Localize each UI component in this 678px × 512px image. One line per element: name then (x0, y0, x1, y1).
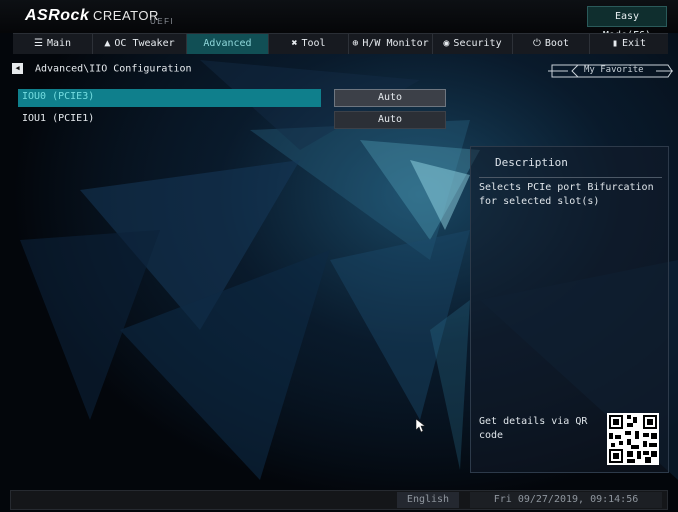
date-time: Fri 09/27/2019, 09:14:56 (470, 492, 662, 508)
easy-mode-button[interactable]: Easy Mode(F6) (587, 6, 667, 41)
tab-oc-tweaker[interactable]: ▲ OC Tweaker (93, 34, 187, 54)
setting-value-iou0[interactable]: Auto (334, 89, 446, 107)
tab-label: Tool (301, 38, 326, 49)
language-button[interactable]: English (397, 492, 459, 508)
tab-label: Security (453, 38, 502, 49)
tab-tool[interactable]: ✖ Tool (269, 34, 349, 54)
setting-row-iou1[interactable]: IOU1 (PCIE1) (18, 111, 321, 129)
list-icon: ☰ (33, 38, 43, 49)
description-panel: Description Selects PCIe port Bifurcatio… (470, 146, 669, 473)
tab-advanced[interactable]: Advanced (187, 34, 269, 54)
description-title: Description (495, 156, 568, 169)
rocket-icon: ▲ (104, 38, 111, 49)
tab-hw-monitor[interactable]: ⊕ H/W Monitor (349, 34, 433, 54)
setting-value-iou1[interactable]: Auto (334, 111, 446, 129)
breadcrumb-path: Advanced\IIO Configuration (35, 63, 192, 75)
top-bar: ASRock CREATOR UEFI Easy Mode(F6) (0, 0, 678, 41)
tab-label: Advanced (203, 38, 252, 49)
tab-label: Boot (544, 38, 569, 49)
setting-label: IOU1 (PCIE1) (22, 113, 95, 124)
divider (479, 177, 662, 178)
description-text: Selects PCIe port Bifurcation for select… (479, 182, 654, 207)
main-nav: ☰ Main ▲ OC Tweaker Advanced ✖ Tool ⊕ H/W Mo… (13, 33, 668, 54)
exit-icon: ▮ (611, 38, 618, 49)
power-icon: ⏻ (532, 38, 541, 49)
shield-icon: ◉ (443, 38, 450, 49)
monitor-icon: ⊕ (352, 38, 359, 49)
tab-boot[interactable]: ⏻ Boot (513, 34, 590, 54)
brand-logo: ASRock (25, 7, 90, 24)
setting-row-iou0[interactable]: IOU0 (PCIE3) (18, 89, 321, 107)
back-arrow-icon[interactable]: ◀ (12, 63, 23, 74)
tab-label: H/W Monitor (362, 38, 429, 49)
my-favorite-label: My Favorite (584, 65, 644, 75)
tab-label: Main (46, 38, 72, 49)
qr-hint-text: Get details via QR code (479, 416, 588, 441)
setting-label: IOU0 (PCIE3) (22, 91, 95, 102)
tab-main[interactable]: ☰ Main (13, 34, 93, 54)
tab-label: Exit (621, 38, 647, 49)
mouse-cursor-icon (416, 419, 425, 433)
breadcrumb: ◀ Advanced\IIO Configuration (12, 63, 192, 75)
qr-code-icon (607, 413, 659, 465)
tool-icon: ✖ (291, 38, 298, 49)
tab-exit[interactable]: ▮ Exit (590, 34, 668, 54)
tab-label: OC Tweaker (114, 38, 175, 49)
firmware-label: UEFI (150, 17, 175, 26)
product-name: CREATOR (93, 8, 159, 23)
tab-security[interactable]: ◉ Security (433, 34, 513, 54)
